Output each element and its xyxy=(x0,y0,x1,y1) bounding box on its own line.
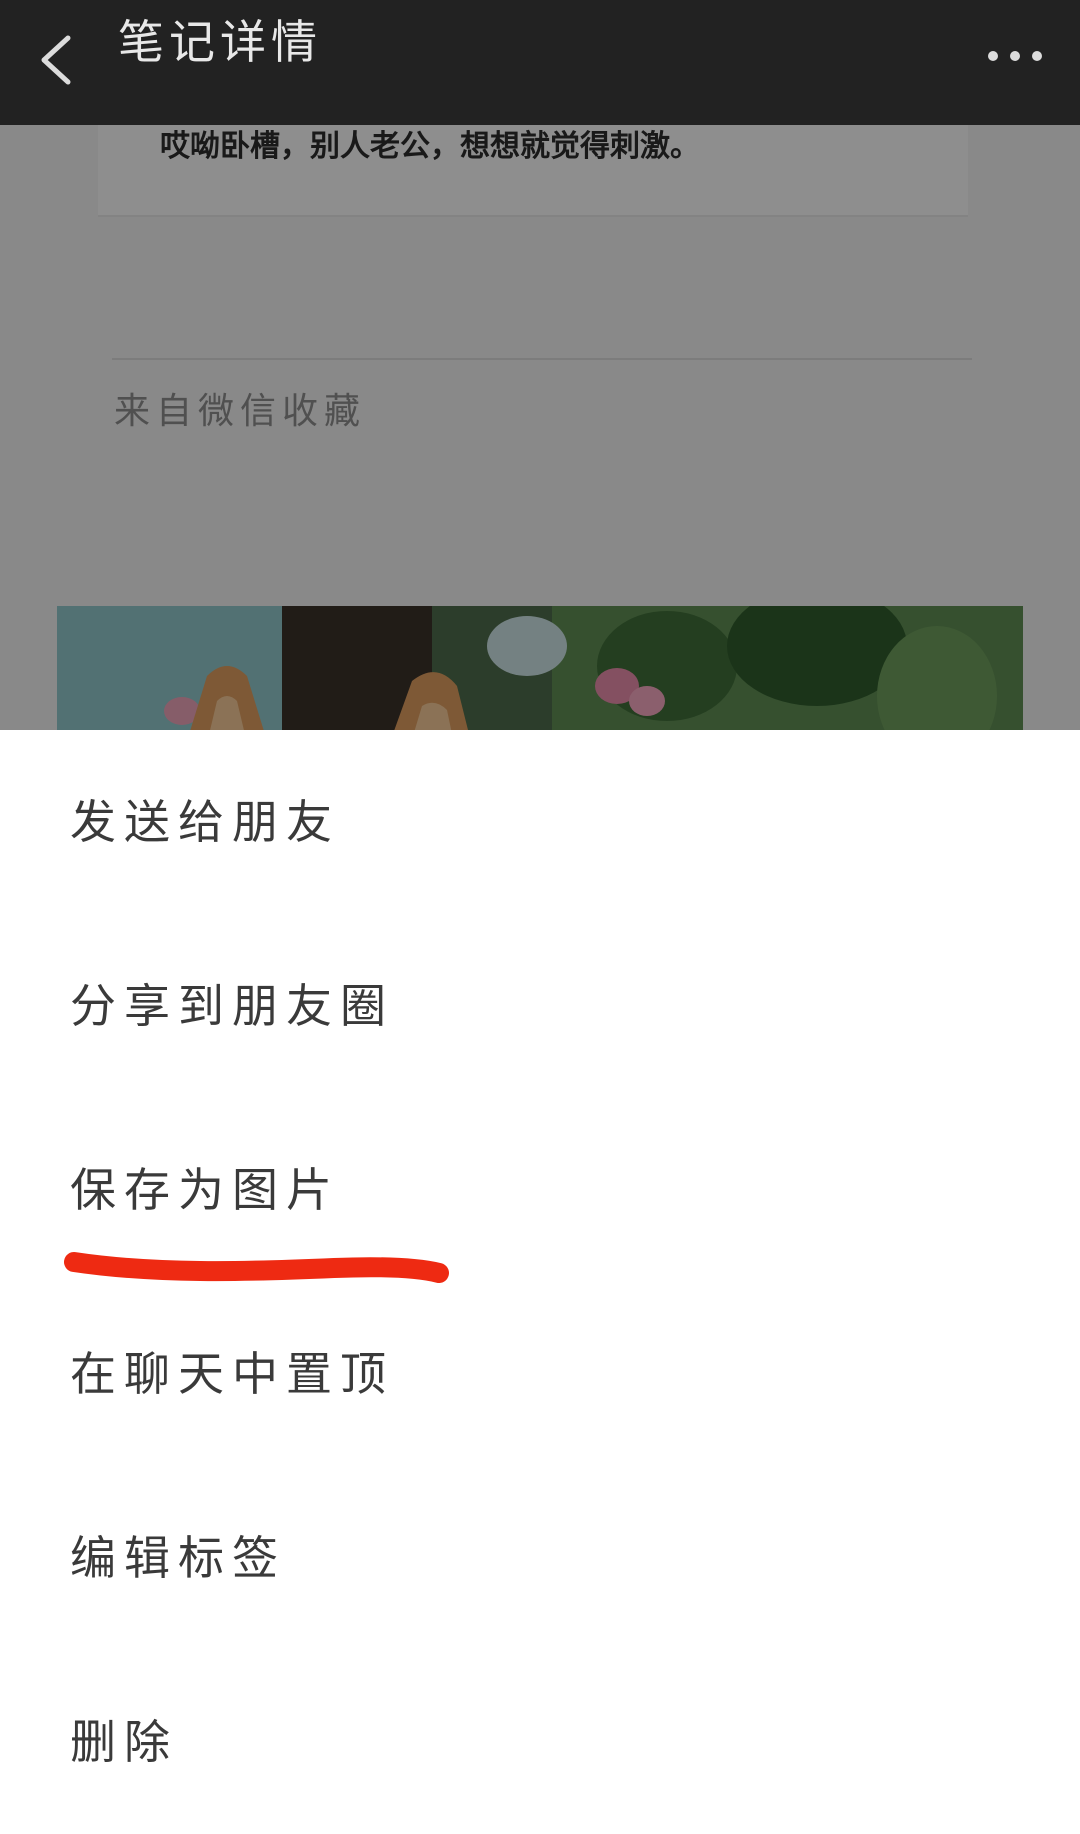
menu-item-label: 删除 xyxy=(70,1715,178,1769)
menu-item-label: 编辑标签 xyxy=(70,1531,286,1585)
red-underline-annotation xyxy=(64,1248,450,1288)
dim-overlay[interactable] xyxy=(0,125,1080,730)
menu-item-label: 分享到朋友圈 xyxy=(70,979,394,1033)
more-options-button[interactable] xyxy=(980,36,1050,76)
chevron-left-icon xyxy=(41,35,71,85)
menu-item-send-to-friend[interactable]: 发送给朋友 xyxy=(0,730,1080,914)
page-title: 笔记详情 xyxy=(118,15,322,69)
menu-item-edit-tags[interactable]: 编辑标签 xyxy=(0,1466,1080,1650)
back-button[interactable] xyxy=(28,18,100,98)
red-underline-stroke xyxy=(64,1252,449,1283)
top-navigation-bar: 笔记详情 xyxy=(0,0,1080,125)
menu-item-delete[interactable]: 删除 xyxy=(0,1650,1080,1834)
menu-item-share-to-moments[interactable]: 分享到朋友圈 xyxy=(0,914,1080,1098)
more-horizontal-icon xyxy=(988,51,1042,61)
menu-item-label: 在聊天中置顶 xyxy=(70,1347,394,1401)
menu-item-label: 发送给朋友 xyxy=(70,795,340,849)
menu-item-pin-in-chat[interactable]: 在聊天中置顶 xyxy=(0,1282,1080,1466)
